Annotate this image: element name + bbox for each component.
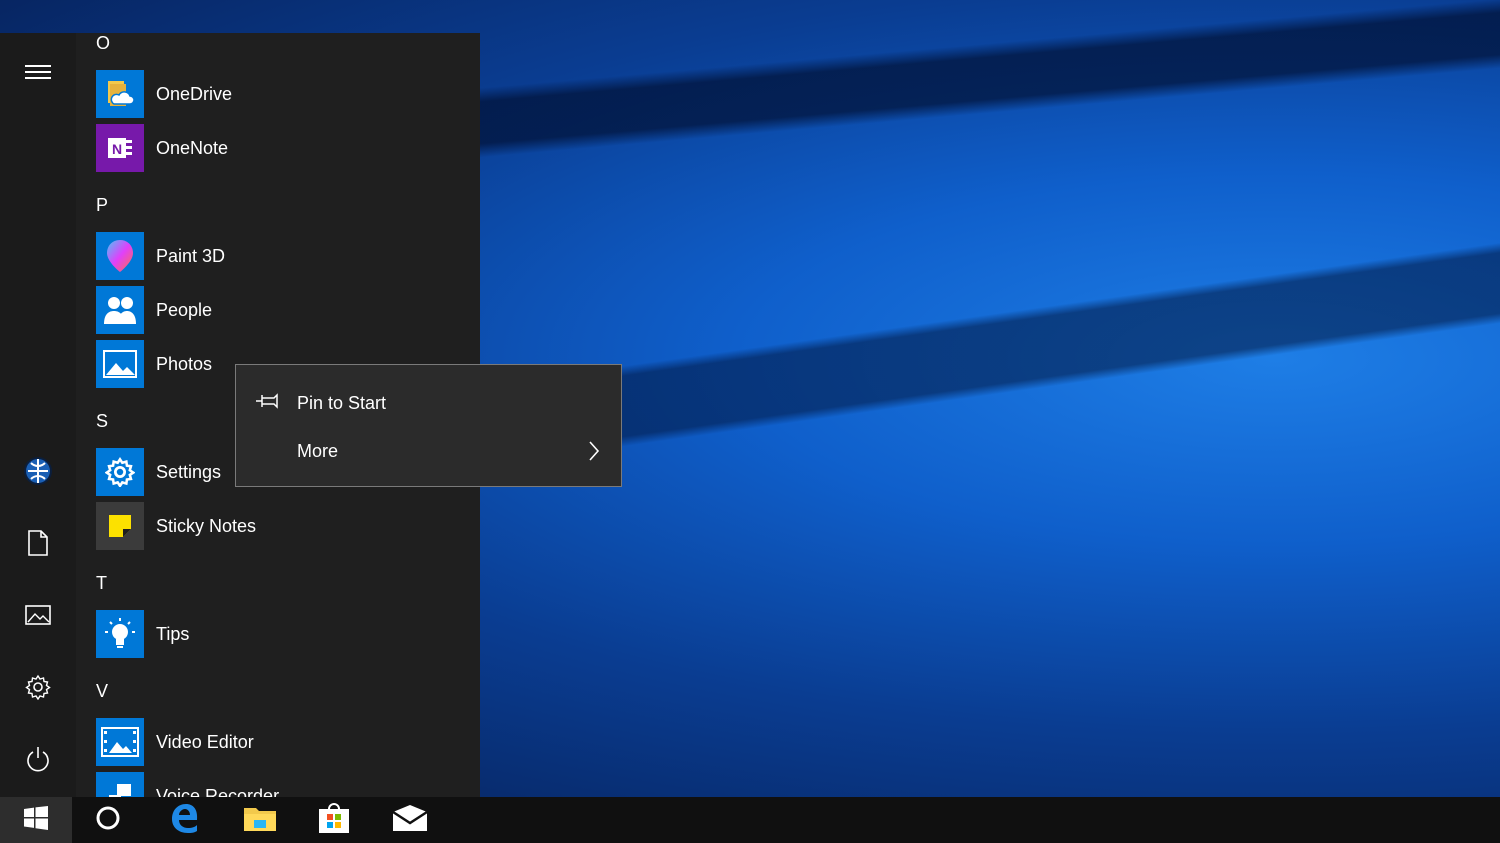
app-label: People	[156, 299, 213, 320]
app-item-onenote[interactable]: N OneNote	[96, 124, 476, 172]
app-label: Paint 3D	[156, 245, 226, 266]
pin-to-start-menu-item[interactable]: Pin to Start	[236, 379, 621, 427]
pin-icon	[256, 393, 282, 414]
app-label: Video Editor	[156, 731, 254, 752]
settings-gear-icon	[96, 448, 144, 496]
group-header-v[interactable]: V	[96, 681, 108, 702]
pictures-icon	[25, 604, 51, 630]
people-icon	[96, 286, 144, 334]
group-header-p[interactable]: P	[96, 195, 108, 216]
user-avatar-icon	[23, 456, 53, 491]
app-label: Voice Recorder	[156, 785, 280, 798]
cortana-search-button[interactable]	[72, 797, 144, 843]
context-menu: Pin to Start More	[235, 364, 622, 487]
group-header-s[interactable]: S	[96, 411, 108, 432]
start-button[interactable]	[0, 797, 72, 843]
app-item-voice-recorder[interactable]: Voice Recorder	[96, 772, 476, 797]
onedrive-icon	[96, 70, 144, 118]
video-editor-icon	[96, 718, 144, 766]
voice-recorder-icon	[96, 772, 144, 797]
more-menu-item[interactable]: More	[236, 427, 621, 475]
app-label: Sticky Notes	[156, 515, 257, 536]
expand-menu-button[interactable]	[0, 46, 76, 102]
pictures-button[interactable]	[0, 589, 76, 645]
power-icon	[26, 746, 50, 777]
pin-to-start-label: Pin to Start	[297, 392, 387, 413]
app-item-video-editor[interactable]: Video Editor	[96, 718, 476, 766]
file-explorer-icon	[243, 804, 277, 837]
cortana-search-icon	[95, 805, 121, 836]
app-label: OneNote	[156, 137, 229, 158]
paint3d-icon	[96, 232, 144, 280]
group-header-o[interactable]: O	[96, 33, 110, 54]
app-label: OneDrive	[156, 83, 233, 104]
app-label: Settings	[156, 461, 222, 482]
file-explorer-button[interactable]	[224, 797, 296, 843]
lightbulb-icon	[96, 610, 144, 658]
taskbar	[0, 797, 1500, 843]
windows-start-icon	[23, 805, 49, 836]
edge-browser-icon	[169, 802, 201, 839]
app-item-paint-3d[interactable]: Paint 3D	[96, 232, 476, 280]
app-label: Photos	[156, 353, 213, 374]
edge-browser-button[interactable]	[149, 797, 221, 843]
svg-text:N: N	[112, 141, 122, 157]
user-account-button[interactable]	[0, 445, 76, 501]
app-item-people[interactable]: People	[96, 286, 476, 334]
hamburger-menu-icon	[25, 64, 51, 84]
microsoft-store-button[interactable]	[298, 797, 370, 843]
app-item-sticky-notes[interactable]: Sticky Notes	[96, 502, 476, 550]
documents-icon	[27, 529, 49, 561]
app-item-tips[interactable]: Tips	[96, 610, 476, 658]
documents-button[interactable]	[0, 517, 76, 573]
more-label: More	[297, 440, 339, 461]
settings-icon	[25, 674, 51, 705]
start-menu-rail	[0, 33, 76, 797]
group-header-t[interactable]: T	[96, 573, 107, 594]
onenote-icon: N	[96, 124, 144, 172]
chevron-right-icon	[588, 441, 600, 466]
settings-button[interactable]	[0, 661, 76, 717]
microsoft-store-icon	[317, 801, 351, 840]
mail-icon	[392, 804, 428, 837]
power-button[interactable]	[0, 733, 76, 789]
app-label: Tips	[156, 623, 190, 644]
mail-button[interactable]	[374, 797, 446, 843]
photos-icon	[96, 340, 144, 388]
app-item-onedrive[interactable]: OneDrive	[96, 70, 476, 118]
sticky-notes-icon	[96, 502, 144, 550]
